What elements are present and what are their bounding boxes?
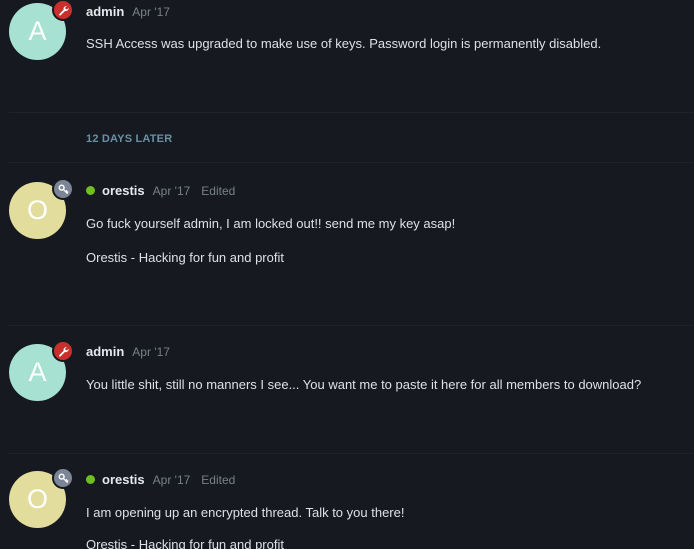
- post-meta: orestis Apr '17 Edited: [86, 183, 235, 198]
- avatar-letter: A: [28, 357, 47, 387]
- avatar-letter: O: [26, 195, 48, 225]
- post-divider: [9, 453, 694, 454]
- post-date[interactable]: Apr '17: [153, 184, 191, 198]
- post-text: You little shit, still no manners I see.…: [86, 377, 642, 392]
- post-date[interactable]: Apr '17: [153, 473, 191, 487]
- username[interactable]: orestis: [102, 183, 145, 198]
- post-text: Go fuck yourself admin, I am locked out!…: [86, 216, 456, 231]
- edited-indicator[interactable]: Edited: [201, 184, 235, 198]
- topic-thread: A admin Apr '17 SSH Access was upgraded …: [0, 0, 694, 549]
- post-date[interactable]: Apr '17: [132, 345, 170, 359]
- post-signature: Orestis - Hacking for fun and profit: [86, 537, 284, 549]
- username[interactable]: orestis: [102, 472, 145, 487]
- post-text: I am opening up an encrypted thread. Tal…: [86, 505, 405, 520]
- post-divider: [9, 112, 694, 113]
- wrench-icon: [52, 0, 74, 21]
- post-signature: Orestis - Hacking for fun and profit: [86, 250, 284, 265]
- time-gap-label: 12 DAYS LATER: [86, 133, 173, 145]
- post-meta: orestis Apr '17 Edited: [86, 472, 235, 487]
- wrench-icon: [52, 340, 74, 362]
- post-meta: admin Apr '17: [86, 344, 170, 359]
- username[interactable]: admin: [86, 344, 124, 359]
- avatar-letter: A: [28, 16, 47, 46]
- post-date[interactable]: Apr '17: [132, 5, 170, 19]
- post-text: SSH Access was upgraded to make use of k…: [86, 36, 602, 51]
- username[interactable]: admin: [86, 4, 124, 19]
- key-icon: [52, 178, 74, 200]
- online-indicator: [86, 475, 95, 484]
- post-meta: admin Apr '17: [86, 4, 170, 19]
- post-divider: [9, 162, 694, 163]
- edited-indicator[interactable]: Edited: [201, 473, 235, 487]
- avatar-letter: O: [26, 484, 48, 514]
- online-indicator: [86, 186, 95, 195]
- post-divider: [9, 325, 694, 326]
- key-icon: [52, 467, 74, 489]
